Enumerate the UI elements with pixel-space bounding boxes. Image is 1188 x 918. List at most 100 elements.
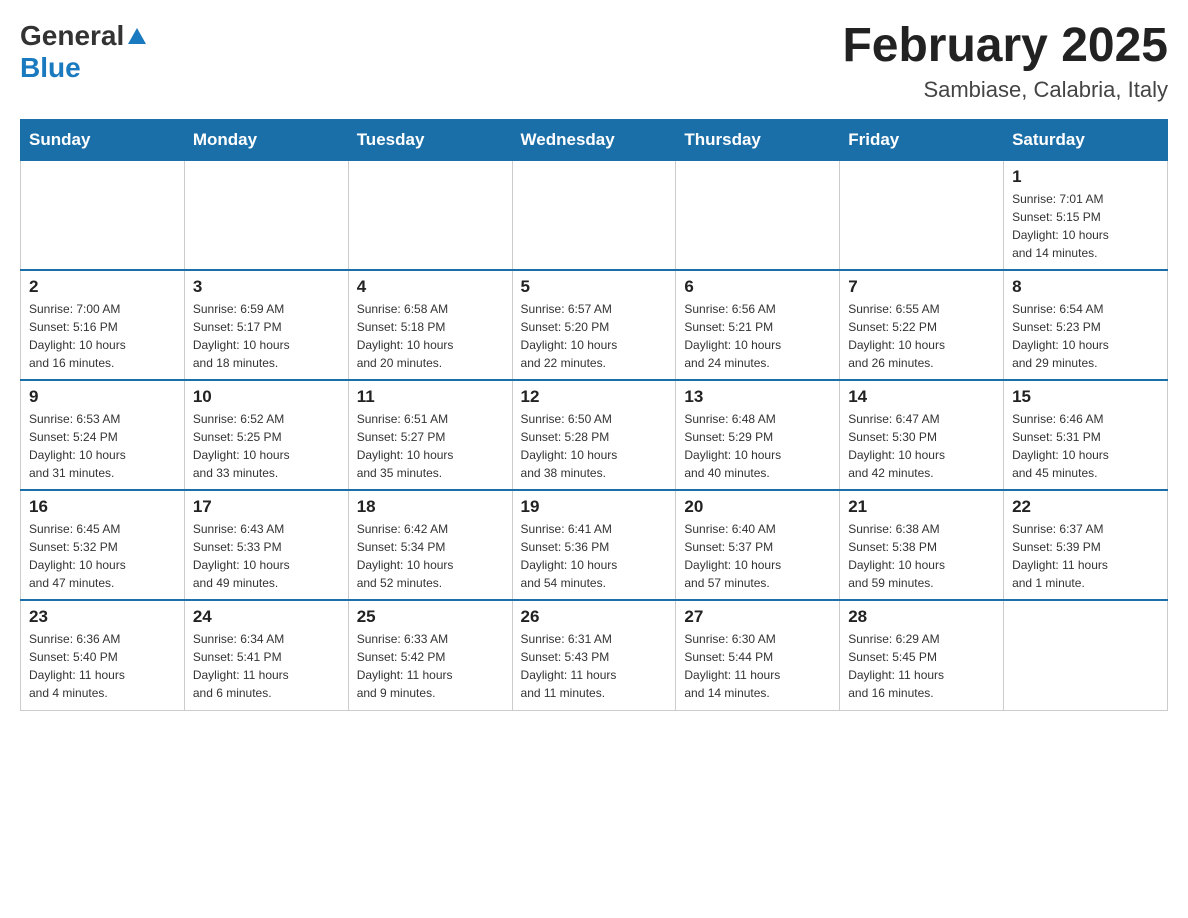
calendar-cell: 8 Sunrise: 6:54 AM Sunset: 5:23 PM Daylig…	[1004, 270, 1168, 380]
calendar-cell	[184, 160, 348, 270]
weekday-header-row: SundayMondayTuesdayWednesdayThursdayFrid…	[21, 119, 1168, 160]
calendar-cell: 21 Sunrise: 6:38 AM Sunset: 5:38 PM Dayli…	[840, 490, 1004, 600]
day-number: 6	[684, 277, 831, 297]
day-info: Sunrise: 6:45 AM Sunset: 5:32 PM Dayligh…	[29, 520, 176, 592]
day-number: 22	[1012, 497, 1159, 517]
calendar-cell	[348, 160, 512, 270]
month-title: February 2025	[842, 20, 1168, 73]
day-number: 12	[521, 387, 668, 407]
day-number: 26	[521, 607, 668, 627]
day-info: Sunrise: 6:37 AM Sunset: 5:39 PM Dayligh…	[1012, 520, 1159, 592]
calendar-cell: 19Sunrise: 6:41 AM Sunset: 5:36 PM Dayli…	[512, 490, 676, 600]
day-info: Sunrise: 6:48 AM Sunset: 5:29 PM Dayligh…	[684, 410, 831, 482]
day-number: 21	[848, 497, 995, 517]
calendar-cell	[512, 160, 676, 270]
day-info: Sunrise: 6:36 AM Sunset: 5:40 PM Dayligh…	[29, 630, 176, 702]
calendar-cell: 24 Sunrise: 6:34 AM Sunset: 5:41 PM Dayli…	[184, 600, 348, 710]
calendar-week-5: 23 Sunrise: 6:36 AM Sunset: 5:40 PM Dayli…	[21, 600, 1168, 710]
calendar-cell: 3Sunrise: 6:59 AM Sunset: 5:17 PM Daylig…	[184, 270, 348, 380]
day-info: Sunrise: 6:29 AM Sunset: 5:45 PM Dayligh…	[848, 630, 995, 702]
day-info: Sunrise: 6:58 AM Sunset: 5:18 PM Dayligh…	[357, 300, 504, 372]
title-area: February 2025 Sambiase, Calabria, Italy	[842, 20, 1168, 103]
day-info: Sunrise: 6:30 AM Sunset: 5:44 PM Dayligh…	[684, 630, 831, 702]
calendar-cell: 14 Sunrise: 6:47 AM Sunset: 5:30 PM Dayli…	[840, 380, 1004, 490]
calendar-cell: 16 Sunrise: 6:45 AM Sunset: 5:32 PM Dayli…	[21, 490, 185, 600]
weekday-header-wednesday: Wednesday	[512, 119, 676, 160]
day-info: Sunrise: 7:00 AM Sunset: 5:16 PM Dayligh…	[29, 300, 176, 372]
calendar-cell: 27Sunrise: 6:30 AM Sunset: 5:44 PM Dayli…	[676, 600, 840, 710]
day-number: 5	[521, 277, 668, 297]
day-number: 28	[848, 607, 995, 627]
day-number: 10	[193, 387, 340, 407]
day-info: Sunrise: 6:38 AM Sunset: 5:38 PM Dayligh…	[848, 520, 995, 592]
weekday-header-sunday: Sunday	[21, 119, 185, 160]
day-info: Sunrise: 6:50 AM Sunset: 5:28 PM Dayligh…	[521, 410, 668, 482]
weekday-header-monday: Monday	[184, 119, 348, 160]
day-info: Sunrise: 6:47 AM Sunset: 5:30 PM Dayligh…	[848, 410, 995, 482]
day-info: Sunrise: 6:54 AM Sunset: 5:23 PM Dayligh…	[1012, 300, 1159, 372]
day-number: 15	[1012, 387, 1159, 407]
calendar-cell: 9 Sunrise: 6:53 AM Sunset: 5:24 PM Daylig…	[21, 380, 185, 490]
logo-blue-text: Blue	[20, 52, 81, 84]
day-number: 1	[1012, 167, 1159, 187]
day-number: 17	[193, 497, 340, 517]
calendar-cell: 12 Sunrise: 6:50 AM Sunset: 5:28 PM Dayli…	[512, 380, 676, 490]
page-header: General Blue February 2025 Sambiase, Cal…	[20, 20, 1168, 103]
weekday-header-friday: Friday	[840, 119, 1004, 160]
calendar-cell: 25 Sunrise: 6:33 AM Sunset: 5:42 PM Dayli…	[348, 600, 512, 710]
calendar-cell: 15 Sunrise: 6:46 AM Sunset: 5:31 PM Dayli…	[1004, 380, 1168, 490]
day-number: 16	[29, 497, 176, 517]
day-number: 24	[193, 607, 340, 627]
day-info: Sunrise: 6:41 AM Sunset: 5:36 PM Dayligh…	[521, 520, 668, 592]
calendar-week-3: 9 Sunrise: 6:53 AM Sunset: 5:24 PM Daylig…	[21, 380, 1168, 490]
logo: General Blue	[20, 20, 146, 84]
location-title: Sambiase, Calabria, Italy	[842, 77, 1168, 103]
day-info: Sunrise: 6:43 AM Sunset: 5:33 PM Dayligh…	[193, 520, 340, 592]
day-number: 13	[684, 387, 831, 407]
calendar-cell	[21, 160, 185, 270]
day-number: 18	[357, 497, 504, 517]
day-info: Sunrise: 6:53 AM Sunset: 5:24 PM Dayligh…	[29, 410, 176, 482]
calendar-cell: 22 Sunrise: 6:37 AM Sunset: 5:39 PM Dayli…	[1004, 490, 1168, 600]
weekday-header-thursday: Thursday	[676, 119, 840, 160]
calendar-cell: 6 Sunrise: 6:56 AM Sunset: 5:21 PM Daylig…	[676, 270, 840, 380]
calendar-table: SundayMondayTuesdayWednesdayThursdayFrid…	[20, 119, 1168, 711]
day-number: 14	[848, 387, 995, 407]
calendar-cell	[840, 160, 1004, 270]
day-number: 7	[848, 277, 995, 297]
calendar-cell	[1004, 600, 1168, 710]
calendar-week-4: 16 Sunrise: 6:45 AM Sunset: 5:32 PM Dayli…	[21, 490, 1168, 600]
day-number: 8	[1012, 277, 1159, 297]
calendar-cell: 1 Sunrise: 7:01 AM Sunset: 5:15 PM Daylig…	[1004, 160, 1168, 270]
day-info: Sunrise: 6:33 AM Sunset: 5:42 PM Dayligh…	[357, 630, 504, 702]
calendar-cell	[676, 160, 840, 270]
day-info: Sunrise: 6:42 AM Sunset: 5:34 PM Dayligh…	[357, 520, 504, 592]
logo-general-text: General	[20, 20, 124, 52]
calendar-cell: 18 Sunrise: 6:42 AM Sunset: 5:34 PM Dayli…	[348, 490, 512, 600]
calendar-cell: 13 Sunrise: 6:48 AM Sunset: 5:29 PM Dayli…	[676, 380, 840, 490]
calendar-cell: 7 Sunrise: 6:55 AM Sunset: 5:22 PM Daylig…	[840, 270, 1004, 380]
calendar-cell: 26Sunrise: 6:31 AM Sunset: 5:43 PM Dayli…	[512, 600, 676, 710]
day-number: 9	[29, 387, 176, 407]
day-info: Sunrise: 6:52 AM Sunset: 5:25 PM Dayligh…	[193, 410, 340, 482]
day-info: Sunrise: 6:55 AM Sunset: 5:22 PM Dayligh…	[848, 300, 995, 372]
weekday-header-tuesday: Tuesday	[348, 119, 512, 160]
calendar-week-1: 1 Sunrise: 7:01 AM Sunset: 5:15 PM Daylig…	[21, 160, 1168, 270]
day-number: 2	[29, 277, 176, 297]
day-info: Sunrise: 6:40 AM Sunset: 5:37 PM Dayligh…	[684, 520, 831, 592]
calendar-cell: 20Sunrise: 6:40 AM Sunset: 5:37 PM Dayli…	[676, 490, 840, 600]
day-number: 25	[357, 607, 504, 627]
weekday-header-saturday: Saturday	[1004, 119, 1168, 160]
day-info: Sunrise: 6:34 AM Sunset: 5:41 PM Dayligh…	[193, 630, 340, 702]
day-info: Sunrise: 6:46 AM Sunset: 5:31 PM Dayligh…	[1012, 410, 1159, 482]
day-number: 4	[357, 277, 504, 297]
day-info: Sunrise: 6:56 AM Sunset: 5:21 PM Dayligh…	[684, 300, 831, 372]
calendar-cell: 10 Sunrise: 6:52 AM Sunset: 5:25 PM Dayli…	[184, 380, 348, 490]
day-info: Sunrise: 6:59 AM Sunset: 5:17 PM Dayligh…	[193, 300, 340, 372]
calendar-cell: 2 Sunrise: 7:00 AM Sunset: 5:16 PM Daylig…	[21, 270, 185, 380]
day-info: Sunrise: 7:01 AM Sunset: 5:15 PM Dayligh…	[1012, 190, 1159, 262]
day-number: 23	[29, 607, 176, 627]
day-info: Sunrise: 6:51 AM Sunset: 5:27 PM Dayligh…	[357, 410, 504, 482]
calendar-cell: 11Sunrise: 6:51 AM Sunset: 5:27 PM Dayli…	[348, 380, 512, 490]
calendar-week-2: 2 Sunrise: 7:00 AM Sunset: 5:16 PM Daylig…	[21, 270, 1168, 380]
